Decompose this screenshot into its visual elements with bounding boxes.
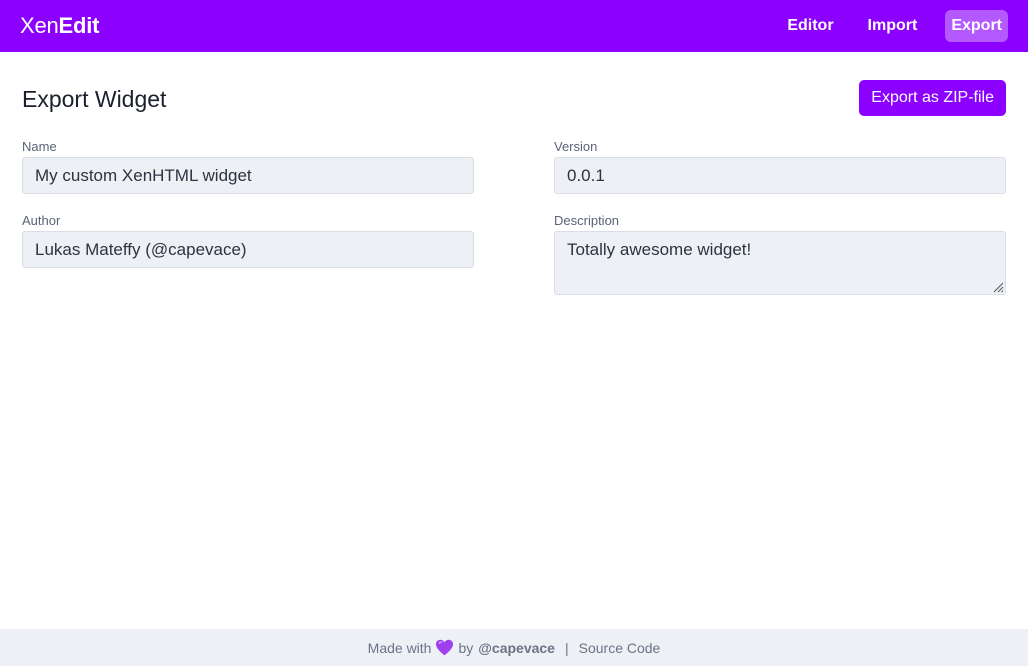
description-textarea[interactable]: Totally awesome widget!: [554, 231, 1006, 295]
version-input[interactable]: [554, 157, 1006, 194]
author-label: Author: [22, 213, 61, 228]
author-input[interactable]: [22, 231, 474, 268]
version-field-group: Version: [554, 139, 1006, 194]
brand-logo[interactable]: Xen Edit: [20, 13, 100, 39]
footer-made-with: Made with: [367, 639, 432, 656]
footer: Made with by @capevace | Source Code: [0, 629, 1028, 666]
name-field-group: Name: [22, 139, 474, 194]
footer-separator: |: [564, 639, 569, 656]
nav-editor[interactable]: Editor: [781, 10, 839, 42]
name-input[interactable]: [22, 157, 474, 194]
page-title: Export Widget: [22, 86, 167, 112]
purple-heart-icon: [436, 639, 454, 656]
author-field-group: Author: [22, 213, 474, 268]
footer-source-code-link[interactable]: Source Code: [579, 640, 661, 656]
name-label: Name: [22, 139, 57, 154]
brand-bold-text: Edit: [58, 13, 100, 38]
nav-export[interactable]: Export: [945, 10, 1008, 42]
description-label: Description: [554, 213, 620, 228]
footer-author-link[interactable]: @capevace: [478, 640, 555, 656]
footer-by: by: [458, 639, 474, 656]
export-zip-button[interactable]: Export as ZIP-file: [859, 80, 1006, 116]
description-wrapper: Totally awesome widget!: [554, 231, 1006, 295]
brand-light-text: Xen: [20, 13, 59, 38]
top-navbar: Xen Edit Editor Import Export: [0, 0, 1028, 52]
description-field-group: Description Totally awesome widget!: [554, 213, 1006, 295]
resize-handle-icon[interactable]: [992, 281, 1004, 293]
nav-menu: Editor Import Export: [767, 10, 1008, 42]
nav-import[interactable]: Import: [862, 10, 924, 42]
version-label: Version: [554, 139, 598, 154]
